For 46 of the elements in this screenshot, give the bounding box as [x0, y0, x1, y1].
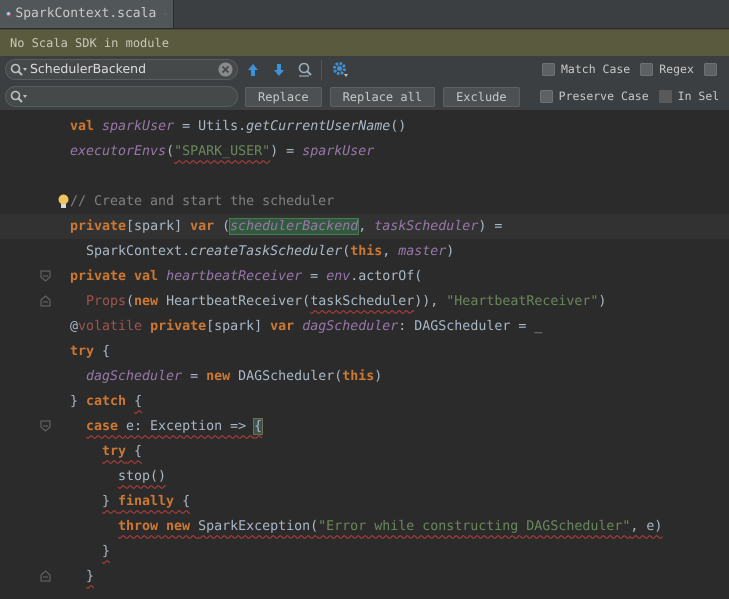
search-field[interactable]: SchedulerBackend: [5, 59, 238, 80]
checkbox[interactable]: [640, 63, 654, 76]
code-line: Props(new HeartbeatReceiver(taskScheduler)), "HeartbeatReceiver"): [86, 292, 606, 311]
toolbar-button[interactable]: Replace: [245, 86, 322, 106]
fold-marker-icon[interactable]: [40, 570, 51, 582]
code-line: try {: [102, 442, 142, 461]
clear-icon[interactable]: [218, 62, 233, 77]
toolbar-button[interactable]: Exclude: [443, 86, 520, 106]
down-arrow-icon[interactable]: [273, 62, 285, 76]
search-text: SchedulerBackend: [30, 60, 148, 78]
settings-icon[interactable]: [332, 61, 349, 78]
checkbox[interactable]: [540, 90, 553, 103]
code-line: } finally {: [102, 492, 190, 511]
option-label: In Sel: [678, 88, 720, 105]
code-line: }: [86, 568, 94, 586]
code-line: try {: [70, 342, 110, 361]
code-line: case e: Exception => {: [86, 418, 262, 436]
checkbox[interactable]: [542, 63, 555, 76]
code-line: throw new SparkException("Error while constructing DAGScheduler", e): [118, 518, 662, 536]
fold-marker-icon[interactable]: [40, 270, 51, 282]
code-line: }: [102, 542, 110, 561]
file-tab[interactable]: SparkContext.scala: [0, 0, 174, 28]
option-label: Match Case: [561, 60, 630, 78]
code-line: @volatile private[spark] var dagScheduler: DAGScheduler = _: [70, 318, 542, 336]
replace-field[interactable]: [5, 86, 238, 107]
notification-text: No Scala SDK in module: [10, 35, 169, 52]
lightbulb-icon[interactable]: [58, 194, 69, 209]
option-label: Preserve Case: [558, 88, 649, 105]
option-label: Regex: [659, 60, 694, 78]
code-line: val sparkUser = Utils.getCurrentUserName(): [70, 118, 406, 136]
code-line: stop(): [118, 468, 166, 486]
code-line: private[spark] var (schedulerBackend, taskScheduler) =: [70, 218, 502, 236]
code-line: SparkContext.createTaskScheduler(this, master): [86, 242, 454, 261]
find-occurrences-icon[interactable]: [297, 62, 313, 78]
code-line: executorEnvs("SPARK_USER") = sparkUser: [70, 142, 374, 161]
code-line: // Create and start the scheduler: [70, 192, 334, 211]
code-line: dagScheduler = new DAGScheduler(this): [86, 368, 382, 386]
toolbar-button[interactable]: Replace all: [330, 86, 436, 106]
fold-marker-icon[interactable]: [40, 420, 51, 432]
fold-marker-icon[interactable]: [40, 295, 51, 307]
search-icon: [10, 62, 28, 76]
code-line: } catch {: [70, 392, 142, 411]
code-line: private val heartbeatReceiver = env.actorOf(: [70, 268, 422, 286]
search-icon: [10, 90, 28, 104]
up-arrow-icon[interactable]: [247, 62, 259, 76]
checkbox[interactable]: [704, 63, 717, 76]
